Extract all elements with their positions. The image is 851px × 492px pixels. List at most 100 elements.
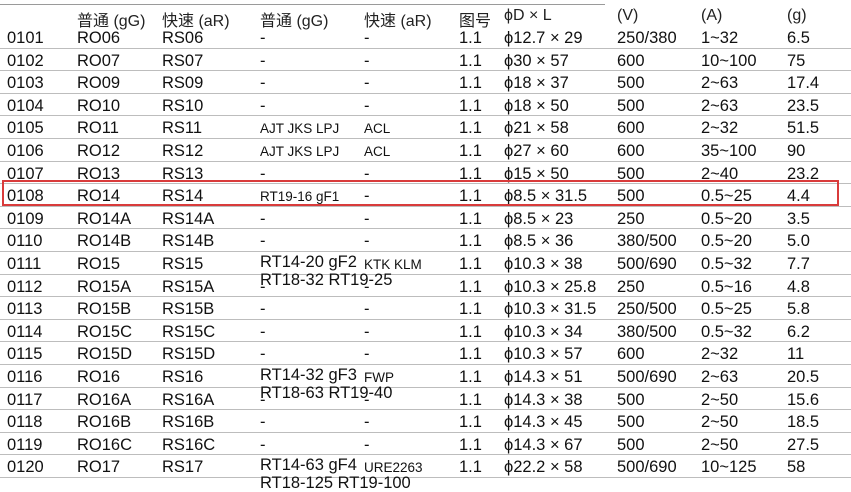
cell-v: 500/690: [617, 458, 677, 477]
cell-eq-ar: ACL: [364, 121, 391, 137]
cell-eq-ar: -: [364, 345, 370, 364]
cell-g: 15.6: [787, 390, 820, 409]
cell-dim: ϕ14.3 × 38: [504, 390, 583, 409]
cell-a: 2~63: [701, 74, 739, 93]
table-row: 0115 RO15D RS15D - - 1.1 ϕ10.3 × 57 600 2~32 11: [0, 342, 851, 365]
table-row: 0103 RO09 RS09 - - 1.1 ϕ18 × 37 500 2~63 17.4: [0, 71, 851, 94]
cell-dim: ϕ14.3 × 45: [504, 413, 583, 432]
cell-gg: RO15: [77, 255, 121, 273]
cell-a: 0.5~20: [701, 209, 752, 228]
cell-v: 380/500: [617, 322, 677, 341]
table-row: 0118 RO16B RS16B - - 1.1 ϕ14.3 × 45 500 2~50 18.5: [0, 410, 851, 433]
cell-ar: RS14A: [162, 209, 215, 228]
cell-v: 250/380: [617, 29, 677, 47]
cell-g: 6.5: [787, 29, 810, 47]
cell-code: 0113: [7, 300, 43, 319]
cell-v: 250: [617, 277, 645, 296]
cell-code: 0120: [7, 458, 44, 477]
table-row: 0105 RO11 RS11 AJT JKS LPJ ACL 1.1 ϕ21 × 58 600…: [0, 116, 851, 139]
cell-v: 500: [617, 390, 645, 409]
cell-fig: 1.1: [459, 209, 482, 228]
cell-g: 6.2: [787, 322, 810, 341]
cell-ar: RS14B: [162, 232, 215, 251]
cell-eq-gg: -: [260, 209, 266, 228]
table-row: 0113 RO15B RS15B - - 1.1 ϕ10.3 × 31.5 250/500 0.…: [0, 297, 851, 320]
cell-ar: RS10: [162, 96, 204, 115]
cell-dim: ϕ8.5 × 36: [504, 232, 574, 251]
cell-code: 0119: [7, 435, 43, 454]
cell-gg: RO16: [77, 368, 121, 386]
cell-v: 500/690: [617, 368, 677, 386]
table-row: 0116 RO16 RS16 RT14-32 gF3 RT18-63 RT19-40 FW…: [0, 365, 851, 402]
cell-eq-ar: FWP: [364, 370, 394, 385]
cell-ar: RS16C: [162, 435, 216, 454]
cell-v: 250/500: [617, 300, 677, 319]
cell-g: 90: [787, 142, 806, 160]
table-row: 0102 RO07 RS07 - - 1.1 ϕ30 × 57 600 10~100 75: [0, 49, 851, 72]
cell-dim: ϕ10.3 × 31.5: [504, 300, 597, 319]
cell-a: 0.5~32: [701, 322, 752, 341]
cell-code: 0112: [7, 277, 43, 296]
cell-code: 0114: [7, 322, 43, 341]
cell-eq-ar: ACL: [364, 144, 391, 159]
cell-g: 58: [787, 458, 806, 477]
cell-ar: RS15D: [162, 345, 216, 364]
cell-dim: ϕ10.3 × 38: [504, 255, 583, 273]
cell-eq-ar: -: [364, 390, 370, 409]
cell-eq-gg: -: [260, 322, 266, 341]
cell-eq-gg: -: [260, 96, 266, 115]
cell-eq-ar: -: [364, 232, 370, 251]
cell-ar: RS12: [162, 142, 204, 160]
cell-ar: RS16A: [162, 390, 215, 409]
cell-ar: RS17: [162, 458, 204, 477]
cell-fig: 1.1: [459, 96, 482, 115]
cell-fig: 1.1: [459, 29, 482, 47]
cell-ar: RS15: [162, 255, 204, 273]
cell-fig: 1.1: [459, 74, 482, 93]
cell-gg: RO11: [77, 119, 119, 138]
cell-ar: RS11: [162, 119, 203, 138]
cell-gg: RO07: [77, 51, 121, 70]
cell-ar: RS16: [162, 368, 204, 386]
cell-v: 600: [617, 119, 645, 138]
cell-g: 11: [787, 345, 805, 364]
table-row: 0117 RO16A RS16A - - 1.1 ϕ14.3 × 38 500 2~50 15.6: [0, 388, 851, 411]
cell-gg: RO06: [77, 29, 121, 47]
cell-code: 0110: [7, 232, 43, 251]
cell-code: 0104: [7, 96, 44, 115]
cell-eq-ar: -: [364, 322, 370, 341]
cell-a: 0.5~32: [701, 255, 752, 273]
cell-fig: 1.1: [459, 232, 482, 251]
cell-code: 0109: [7, 209, 44, 228]
cell-gg: RO16C: [77, 435, 133, 454]
cell-eq-ar: -: [364, 51, 370, 70]
cell-eq-ar: URE2263: [364, 460, 423, 476]
cell-g: 23.5: [787, 96, 820, 115]
cell-v: 500: [617, 413, 645, 432]
cell-v: 500/690: [617, 255, 677, 273]
cell-ar: RS07: [162, 51, 204, 70]
cell-v: 250: [617, 209, 645, 228]
cell-code: 0116: [7, 368, 43, 386]
cell-code: 0106: [7, 142, 44, 160]
cell-g: 7.7: [787, 255, 810, 273]
cell-dim: ϕ8.5 × 23: [504, 209, 574, 228]
table-row: 0111 RO15 RS15 RT14-20 gF2 RT18-32 RT19-25 KT…: [0, 252, 851, 289]
cell-a: 2~50: [701, 390, 739, 409]
table-row: 0119 RO16C RS16C - - 1.1 ϕ14.3 × 67 500 2~50 27.5: [0, 433, 851, 456]
header-weight: (g): [787, 7, 807, 24]
cell-code: 0117: [7, 390, 43, 409]
cell-gg: RO15A: [77, 277, 132, 296]
cell-eq-gg: AJT JKS LPJ: [260, 144, 340, 159]
cell-v: 380/500: [617, 232, 677, 251]
table-row: 0109 RO14A RS14A - - 1.1 ϕ8.5 × 23 250 0.5~20 3.5: [0, 207, 851, 230]
cell-dim: ϕ10.3 × 34: [504, 322, 583, 341]
cell-g: 5.8: [787, 300, 810, 319]
cell-dim: ϕ14.3 × 51: [504, 368, 583, 386]
cell-dim: ϕ18 × 37: [504, 74, 569, 93]
cell-a: 2~50: [701, 435, 739, 454]
cell-dim: ϕ10.3 × 57: [504, 345, 583, 364]
cell-v: 500: [617, 74, 645, 93]
cell-dim: ϕ27 × 60: [504, 142, 569, 160]
cell-dim: ϕ12.7 × 29: [504, 29, 583, 47]
